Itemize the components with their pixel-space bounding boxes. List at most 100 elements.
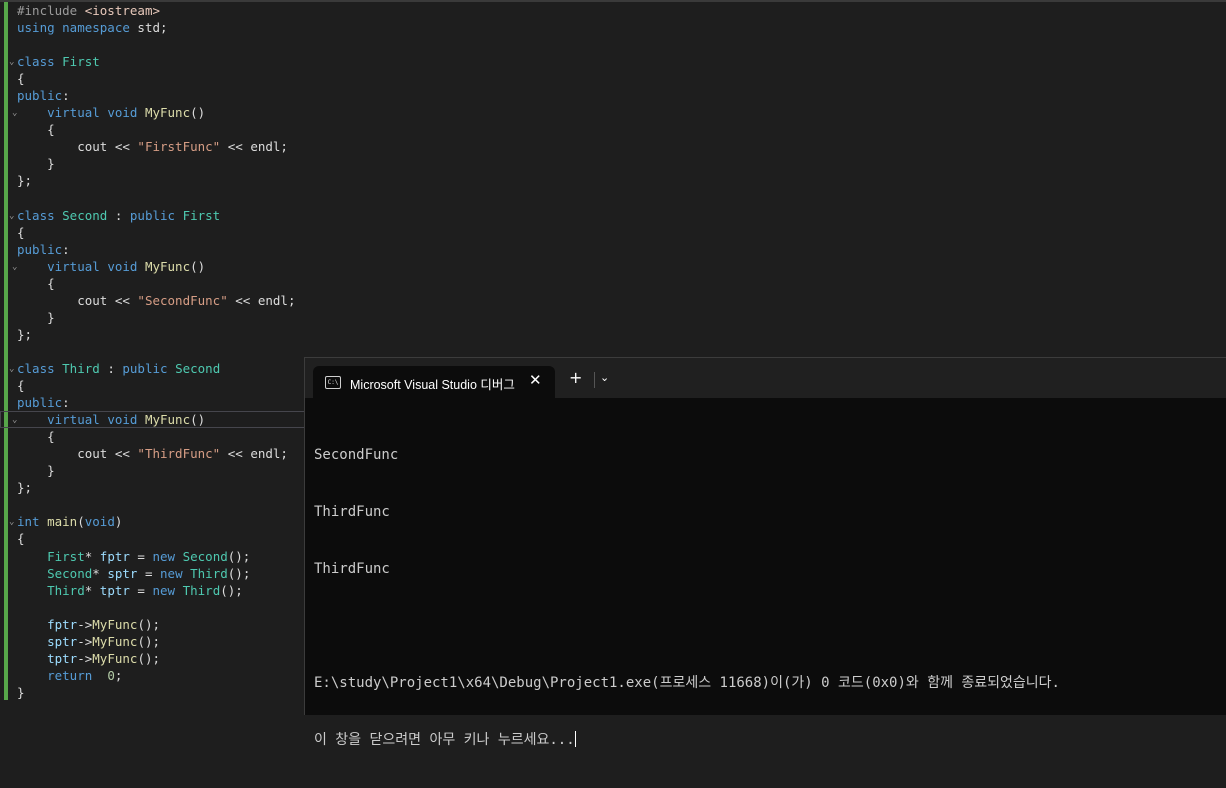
code-line[interactable]: } xyxy=(17,309,1226,326)
code-token: -> xyxy=(77,633,93,649)
code-line[interactable] xyxy=(17,190,1226,207)
code-token: } xyxy=(17,309,55,325)
code-token: = xyxy=(129,548,153,564)
code-line[interactable] xyxy=(17,36,1226,53)
code-token: } xyxy=(17,463,55,479)
code-token: tptr xyxy=(99,582,130,598)
code-token: public xyxy=(129,207,183,223)
code-line[interactable]: cout << "FirstFunc" << endl; xyxy=(17,138,1226,155)
code-line[interactable]: { xyxy=(17,121,1226,138)
tab-title: Microsoft Visual Studio 디버그 xyxy=(350,378,515,392)
code-line[interactable]: public: xyxy=(17,241,1226,258)
code-token: (); xyxy=(227,565,251,581)
code-token: main xyxy=(47,514,78,530)
code-token: return xyxy=(17,667,100,683)
code-token: MyFunc xyxy=(92,616,138,632)
code-token: : xyxy=(62,241,70,257)
code-token: Second xyxy=(175,360,221,376)
new-tab-button[interactable]: + xyxy=(569,370,582,386)
fold-chevron-icon[interactable]: ⌄ xyxy=(9,208,14,225)
code-token: }; xyxy=(17,480,33,496)
code-token: : xyxy=(107,207,130,223)
code-token: class xyxy=(17,207,63,223)
code-line[interactable]: }; xyxy=(17,172,1226,189)
output-line: ThirdFunc xyxy=(314,504,390,520)
code-line[interactable]: ⌄ virtual void MyFunc() xyxy=(12,104,1226,121)
code-token: * xyxy=(84,548,100,564)
code-token: Third xyxy=(182,582,221,598)
code-line[interactable]: public: xyxy=(17,87,1226,104)
code-token: void xyxy=(107,105,145,121)
code-token: << endl; xyxy=(220,139,288,155)
output-line: E:\study\Project1\x64\Debug\Project1.exe… xyxy=(314,675,1060,691)
code-token: public xyxy=(17,241,63,257)
code-token: sptr xyxy=(107,565,138,581)
code-token: "ThirdFunc" xyxy=(137,446,221,462)
code-token: MyFunc xyxy=(144,258,191,274)
code-token: { xyxy=(17,429,55,445)
code-token: MyFunc xyxy=(144,412,191,428)
code-token: MyFunc xyxy=(144,105,191,121)
code-token: } xyxy=(17,156,55,172)
chevron-down-icon[interactable]: ⌄ xyxy=(600,371,609,384)
code-line[interactable]: { xyxy=(17,224,1226,241)
code-token: { xyxy=(17,122,55,138)
code-token: void xyxy=(84,514,115,530)
code-token: : xyxy=(62,395,70,411)
code-token: ; xyxy=(114,667,123,683)
code-line[interactable]: } xyxy=(17,155,1226,172)
code-token: MyFunc xyxy=(92,650,138,666)
code-token: Third xyxy=(190,565,228,581)
fold-chevron-icon[interactable]: ⌄ xyxy=(9,514,14,531)
code-token: namespace xyxy=(62,20,138,36)
code-token: tptr xyxy=(17,650,78,666)
code-token: cout << xyxy=(17,446,138,462)
code-token: }; xyxy=(17,173,33,189)
code-token: = xyxy=(129,582,153,598)
terminal-output[interactable]: SecondFunc ThirdFunc ThirdFunc E:\study\… xyxy=(314,408,1060,788)
code-line[interactable]: ⌄ virtual void MyFunc() xyxy=(12,258,1226,275)
code-token: "SecondFunc" xyxy=(137,292,228,308)
code-token: using xyxy=(17,20,63,36)
code-token: () xyxy=(190,258,206,274)
code-token: <iostream> xyxy=(84,3,160,18)
code-token: public xyxy=(122,360,176,376)
code-line[interactable]: { xyxy=(17,275,1226,292)
code-token: } xyxy=(17,684,25,700)
code-token: << endl; xyxy=(220,446,288,462)
code-token: void xyxy=(107,412,145,428)
code-line[interactable]: ⌄ class First xyxy=(9,53,1226,70)
code-token: First xyxy=(182,207,221,223)
code-token: () xyxy=(190,105,206,121)
code-token: cout << xyxy=(17,139,138,155)
debug-console-window[interactable]: C:\ Microsoft Visual Studio 디버그 ✕ + ⌄ Se… xyxy=(304,357,1226,748)
code-token: virtual xyxy=(17,412,108,428)
code-token: virtual xyxy=(17,105,108,121)
fold-chevron-icon[interactable]: ⌄ xyxy=(12,105,17,122)
code-token: (); xyxy=(227,548,251,564)
code-token: * xyxy=(92,565,108,581)
fold-chevron-icon[interactable]: ⌄ xyxy=(9,54,14,71)
terminal-tab[interactable]: C:\ Microsoft Visual Studio 디버그 ✕ xyxy=(313,366,555,398)
code-line[interactable]: { xyxy=(17,70,1226,87)
fold-chevron-icon[interactable]: ⌄ xyxy=(12,412,17,429)
code-token: Second xyxy=(62,207,108,223)
code-token: sptr xyxy=(17,633,78,649)
code-token: -> xyxy=(77,616,93,632)
code-token: : xyxy=(99,360,123,376)
code-line[interactable]: cout << "SecondFunc" << endl; xyxy=(17,292,1226,309)
code-token: { xyxy=(17,224,25,240)
output-line: SecondFunc xyxy=(314,447,399,463)
code-token: class xyxy=(17,360,63,376)
console-icon: C:\ xyxy=(325,376,341,389)
code-token: #include xyxy=(17,3,85,18)
code-line[interactable]: #include <iostream> xyxy=(17,2,1226,19)
close-icon[interactable]: ✕ xyxy=(529,372,542,388)
code-line[interactable]: ⌄ class Second : public First xyxy=(9,207,1226,224)
change-tracking-bar xyxy=(4,2,8,700)
code-line[interactable]: }; xyxy=(17,326,1226,343)
fold-chevron-icon[interactable]: ⌄ xyxy=(12,259,17,276)
code-line[interactable]: using namespace std; xyxy=(17,19,1226,36)
fold-chevron-icon[interactable]: ⌄ xyxy=(9,361,14,378)
